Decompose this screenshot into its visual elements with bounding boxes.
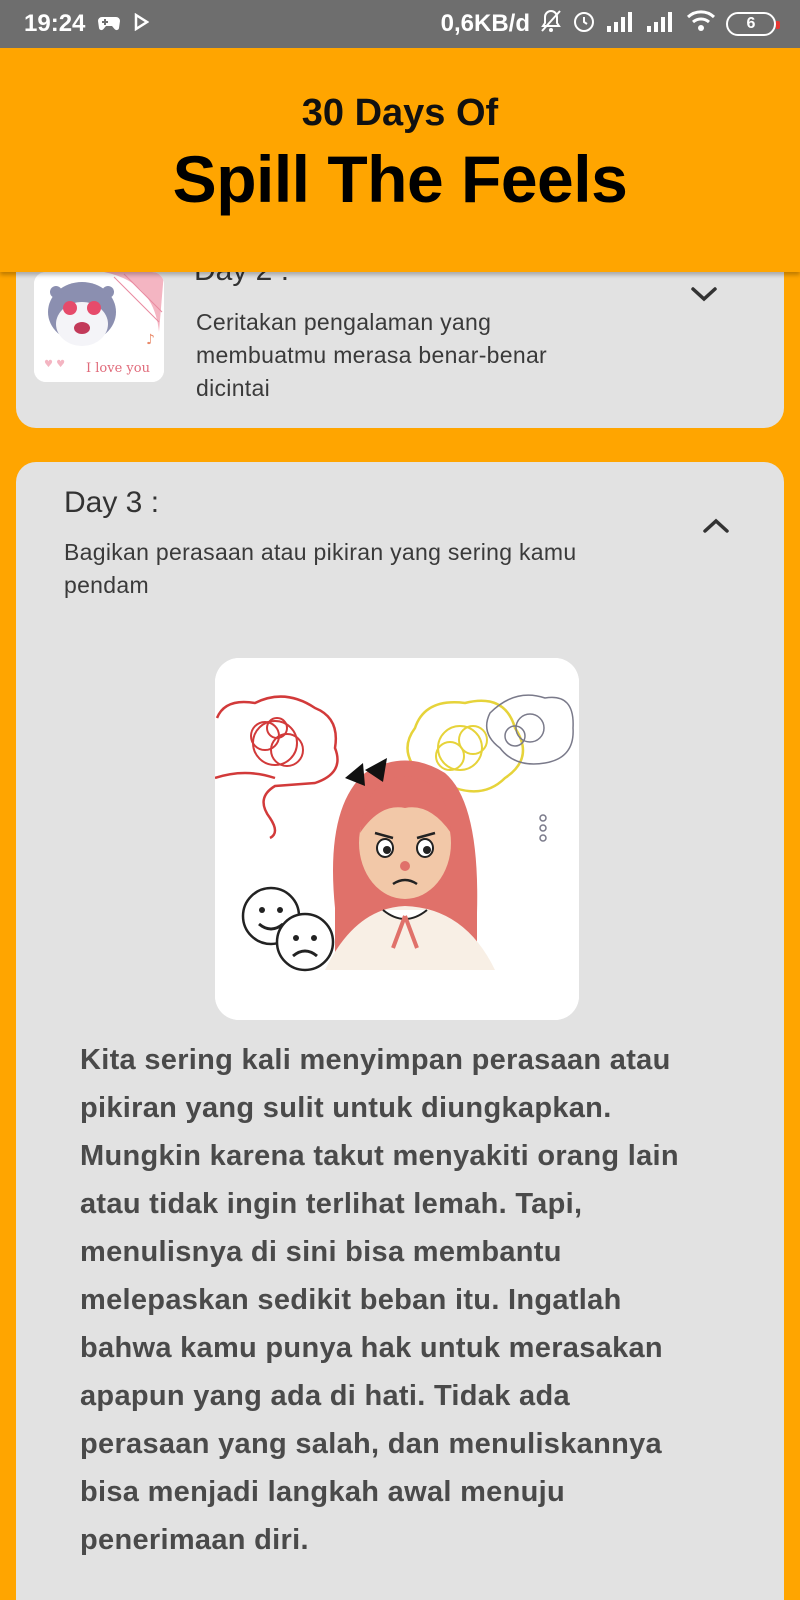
chevron-down-icon[interactable]: [684, 274, 724, 314]
day-2-description: Ceritakan pengalaman yang membuatmu mera…: [196, 309, 548, 401]
alarm-icon: [572, 9, 596, 40]
svg-text:♪: ♪: [146, 332, 155, 348]
battery-icon: 6: [726, 12, 780, 36]
network-speed: 0,6KB/d: [440, 10, 530, 37]
day-card-3[interactable]: Day 3 : Bagikan perasaan atau pikiran ya…: [16, 462, 784, 1600]
play-icon: [133, 10, 150, 38]
header-title: Spill The Feels: [172, 142, 628, 216]
app-header: 30 Days Of Spill The Feels: [0, 48, 800, 272]
battery-level: 6: [746, 15, 756, 32]
day-3-illustration: [215, 658, 579, 1020]
thumbnail-caption: I love you: [86, 361, 150, 376]
wifi-icon: [686, 9, 716, 39]
day-3-description: Bagikan perasaan atau pikiran yang serin…: [64, 539, 577, 598]
gamepad-icon: [97, 10, 121, 38]
day-3-body-text: Kita sering kali menyimpan perasaan atau…: [80, 1044, 679, 1556]
status-bar: 19:24 0,6KB/d 6: [0, 0, 800, 48]
day-2-thumbnail: ♪ ♥ ♥ I love you: [34, 272, 164, 382]
bell-off-icon: [540, 9, 562, 40]
status-time: 19:24: [24, 10, 86, 37]
svg-text:♥ ♥: ♥ ♥: [44, 359, 65, 370]
chevron-up-icon[interactable]: [696, 506, 736, 546]
header-subtitle: 30 Days Of: [301, 92, 499, 134]
signal-icon: [606, 10, 636, 39]
day-3-title: Day 3 :: [64, 486, 160, 519]
signal-icon: [646, 10, 676, 39]
